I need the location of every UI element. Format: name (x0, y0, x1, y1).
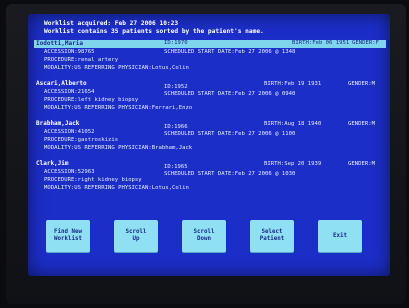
patient-accession: ACCESSION:98765 (44, 49, 95, 55)
patient-row-selected[interactable]: Iodotti,Maria ID:1970 BIRTH:Feb 06 1951 … (34, 40, 386, 80)
patient-modality: MODALITY:US REFERRING PHYSICIAN:Lotus,Co… (44, 185, 189, 191)
exit-button[interactable]: Exit (318, 220, 362, 252)
patient-modality: MODALITY:US REFERRING PHYSICIAN:Lotus,Co… (44, 65, 189, 71)
patient-row[interactable]: Clark,Jim ID:1965 BIRTH:Sep 20 1939 GEND… (34, 160, 386, 200)
patient-birth: BIRTH:Aug 18 1940 (264, 121, 322, 127)
patient-gender: GENDER:M (348, 161, 375, 167)
patient-birth: BIRTH:Feb 19 1931 (264, 81, 322, 87)
worklist-count-text: Worklist contains 35 patients sorted by … (44, 28, 264, 35)
patient-scheduled: SCHEDULED START DATE:Feb 27 2006 @ 1100 (164, 131, 296, 137)
patient-name: Ascari,Alberto (36, 80, 87, 87)
patient-row[interactable]: Ascari,Alberto ID:1952 BIRTH:Feb 19 1931… (34, 80, 386, 120)
patient-modality: MODALITY:US REFERRING PHYSICIAN:Brabham,… (44, 145, 193, 151)
patient-gender: GENDER:M (348, 121, 375, 127)
patient-id: ID:1965 (164, 164, 188, 170)
worklist-header: Worklist acquired: Feb 27 2006 10:23 Wor… (44, 20, 264, 36)
scroll-down-button[interactable]: Scroll Down (182, 220, 226, 252)
find-new-worklist-button[interactable]: Find New Worklist (46, 220, 90, 252)
patient-name: Brabham,Jack (36, 120, 80, 127)
patient-scheduled: SCHEDULED START DATE:Feb 27 2006 @ 1030 (164, 171, 296, 177)
scroll-up-button[interactable]: Scroll Up (114, 220, 158, 252)
patient-modality: MODALITY:US REFERRING PHYSICIAN:Ferrari,… (44, 105, 193, 111)
patient-birth: BIRTH:Feb 06 1951 (292, 40, 350, 46)
patient-id: ID:1966 (164, 124, 188, 130)
worklist-acquired-text: Worklist acquired: Feb 27 2006 10:23 (44, 20, 179, 27)
select-patient-button[interactable]: Select Patient (250, 220, 294, 252)
patient-list: Iodotti,Maria ID:1970 BIRTH:Feb 06 1951 … (34, 40, 386, 200)
patient-accession: ACCESSION:41052 (44, 129, 95, 135)
patient-scheduled: SCHEDULED START DATE:Feb 27 2006 @ 0940 (164, 91, 296, 97)
patient-row[interactable]: Brabham,Jack ID:1966 BIRTH:Aug 18 1940 G… (34, 120, 386, 160)
patient-name: Iodotti,Maria (36, 40, 83, 47)
patient-procedure: PROCEDURE:gastroskizis (44, 137, 119, 143)
patient-gender: GENDER:M (348, 81, 375, 87)
patient-gender: GENDER:F (352, 40, 379, 46)
patient-procedure: PROCEDURE:renal artery (44, 57, 119, 63)
patient-scheduled: SCHEDULED START DATE:Feb 27 2006 @ 1348 (164, 49, 296, 55)
patient-accession: ACCESSION:21654 (44, 89, 95, 95)
patient-birth: BIRTH:Sep 20 1939 (264, 161, 322, 167)
patient-accession: ACCESSION:52963 (44, 169, 95, 175)
worklist-screen: Worklist acquired: Feb 27 2006 10:23 Wor… (28, 14, 390, 276)
patient-procedure: PROCEDURE:left kidney biopsy (44, 97, 139, 103)
patient-name: Clark,Jim (36, 160, 69, 167)
patient-procedure: PROCEDURE:right kidney biopsy (44, 177, 142, 183)
patient-id: ID:1952 (164, 84, 188, 90)
action-bar: Find New Worklist Scroll Up Scroll Down … (38, 220, 380, 256)
patient-id: ID:1970 (164, 40, 188, 46)
